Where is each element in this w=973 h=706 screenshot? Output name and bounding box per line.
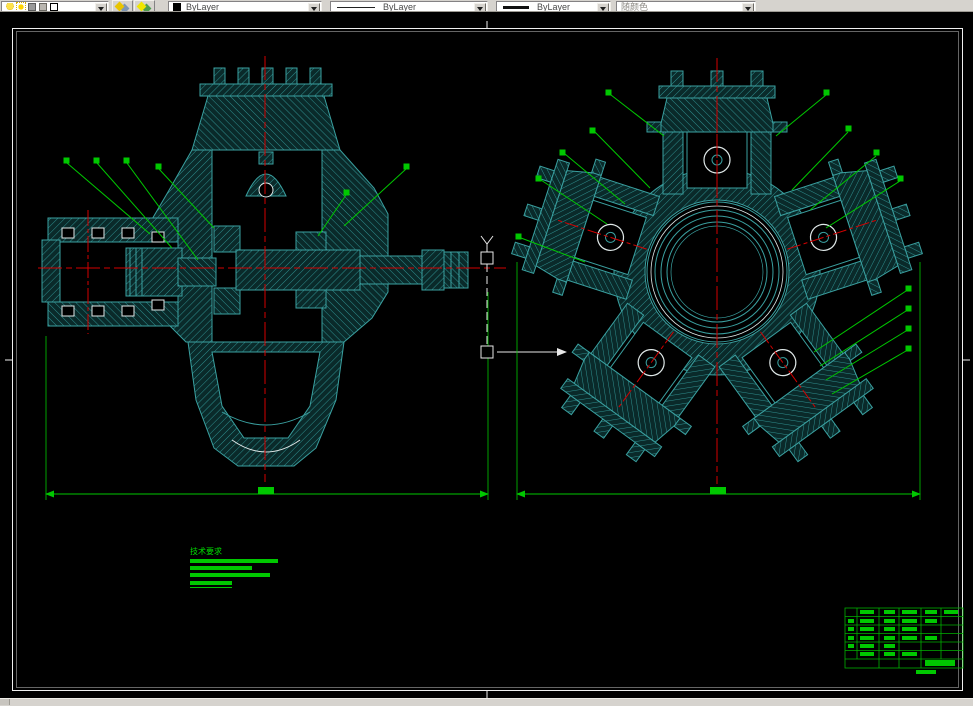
lineweight-preview-icon bbox=[503, 6, 529, 9]
layer-lock-icon[interactable] bbox=[28, 3, 36, 11]
layer-freeze-icon[interactable] bbox=[16, 2, 26, 11]
notes-line bbox=[190, 573, 270, 577]
dropdown-arrow-icon[interactable] bbox=[308, 3, 320, 11]
layer-color-icon bbox=[50, 3, 58, 11]
dimension-text bbox=[710, 487, 726, 494]
dropdown-arrow-icon[interactable] bbox=[95, 3, 107, 11]
dropdown-arrow-icon[interactable] bbox=[742, 3, 754, 11]
notes-line bbox=[190, 566, 252, 570]
head-plate bbox=[199, 83, 333, 97]
notes-heading: 技术要求 bbox=[190, 546, 222, 556]
crankshaft bbox=[235, 249, 469, 291]
lineweight-control-value: ByLayer bbox=[537, 2, 571, 12]
linetype-preview-icon bbox=[337, 7, 375, 8]
notes-underline bbox=[190, 587, 232, 588]
layer-previous-button[interactable] bbox=[134, 0, 155, 11]
layer-on-icon[interactable] bbox=[6, 3, 14, 11]
color-control-value: ByLayer bbox=[186, 2, 220, 12]
current-color-swatch bbox=[173, 3, 181, 11]
radial-front-view[interactable] bbox=[503, 58, 931, 484]
make-object-layer-current-button[interactable] bbox=[112, 0, 133, 11]
technical-notes-block: 技术要求 bbox=[190, 546, 278, 588]
head-body bbox=[191, 95, 341, 151]
linetype-control-dropdown[interactable]: ByLayer bbox=[330, 1, 488, 12]
dimension-text bbox=[258, 487, 274, 494]
side-section-view[interactable] bbox=[38, 56, 506, 482]
linetype-control-value: ByLayer bbox=[383, 2, 417, 12]
color-control-dropdown[interactable]: ByLayer bbox=[168, 1, 322, 12]
notes-line bbox=[190, 559, 278, 563]
head-bolts bbox=[213, 67, 322, 86]
case-right-wall bbox=[321, 149, 389, 343]
drawing-canvas[interactable]: 技术要求 bbox=[0, 0, 973, 706]
scrollbar-corner bbox=[0, 699, 10, 705]
object-properties-toolbar: ByLayer ByLayer ByLayer 随颜色 bbox=[0, 0, 973, 12]
valve-stem bbox=[258, 151, 274, 165]
status-strip bbox=[0, 698, 973, 706]
dropdown-arrow-icon[interactable] bbox=[597, 3, 609, 11]
valve-circle bbox=[258, 182, 274, 198]
layer-plot-icon[interactable] bbox=[39, 3, 47, 11]
plotstyle-control-value: 随颜色 bbox=[621, 2, 649, 12]
dropdown-arrow-icon[interactable] bbox=[474, 3, 486, 11]
cad-window: ByLayer ByLayer ByLayer 随颜色 技术要求 bbox=[0, 0, 973, 706]
plotstyle-control-dropdown[interactable]: 随颜色 bbox=[616, 1, 756, 12]
lineweight-control-dropdown[interactable]: ByLayer bbox=[496, 1, 611, 12]
title-block bbox=[844, 607, 964, 674]
layer-dropdown[interactable] bbox=[1, 1, 109, 11]
notes-line bbox=[190, 581, 232, 585]
